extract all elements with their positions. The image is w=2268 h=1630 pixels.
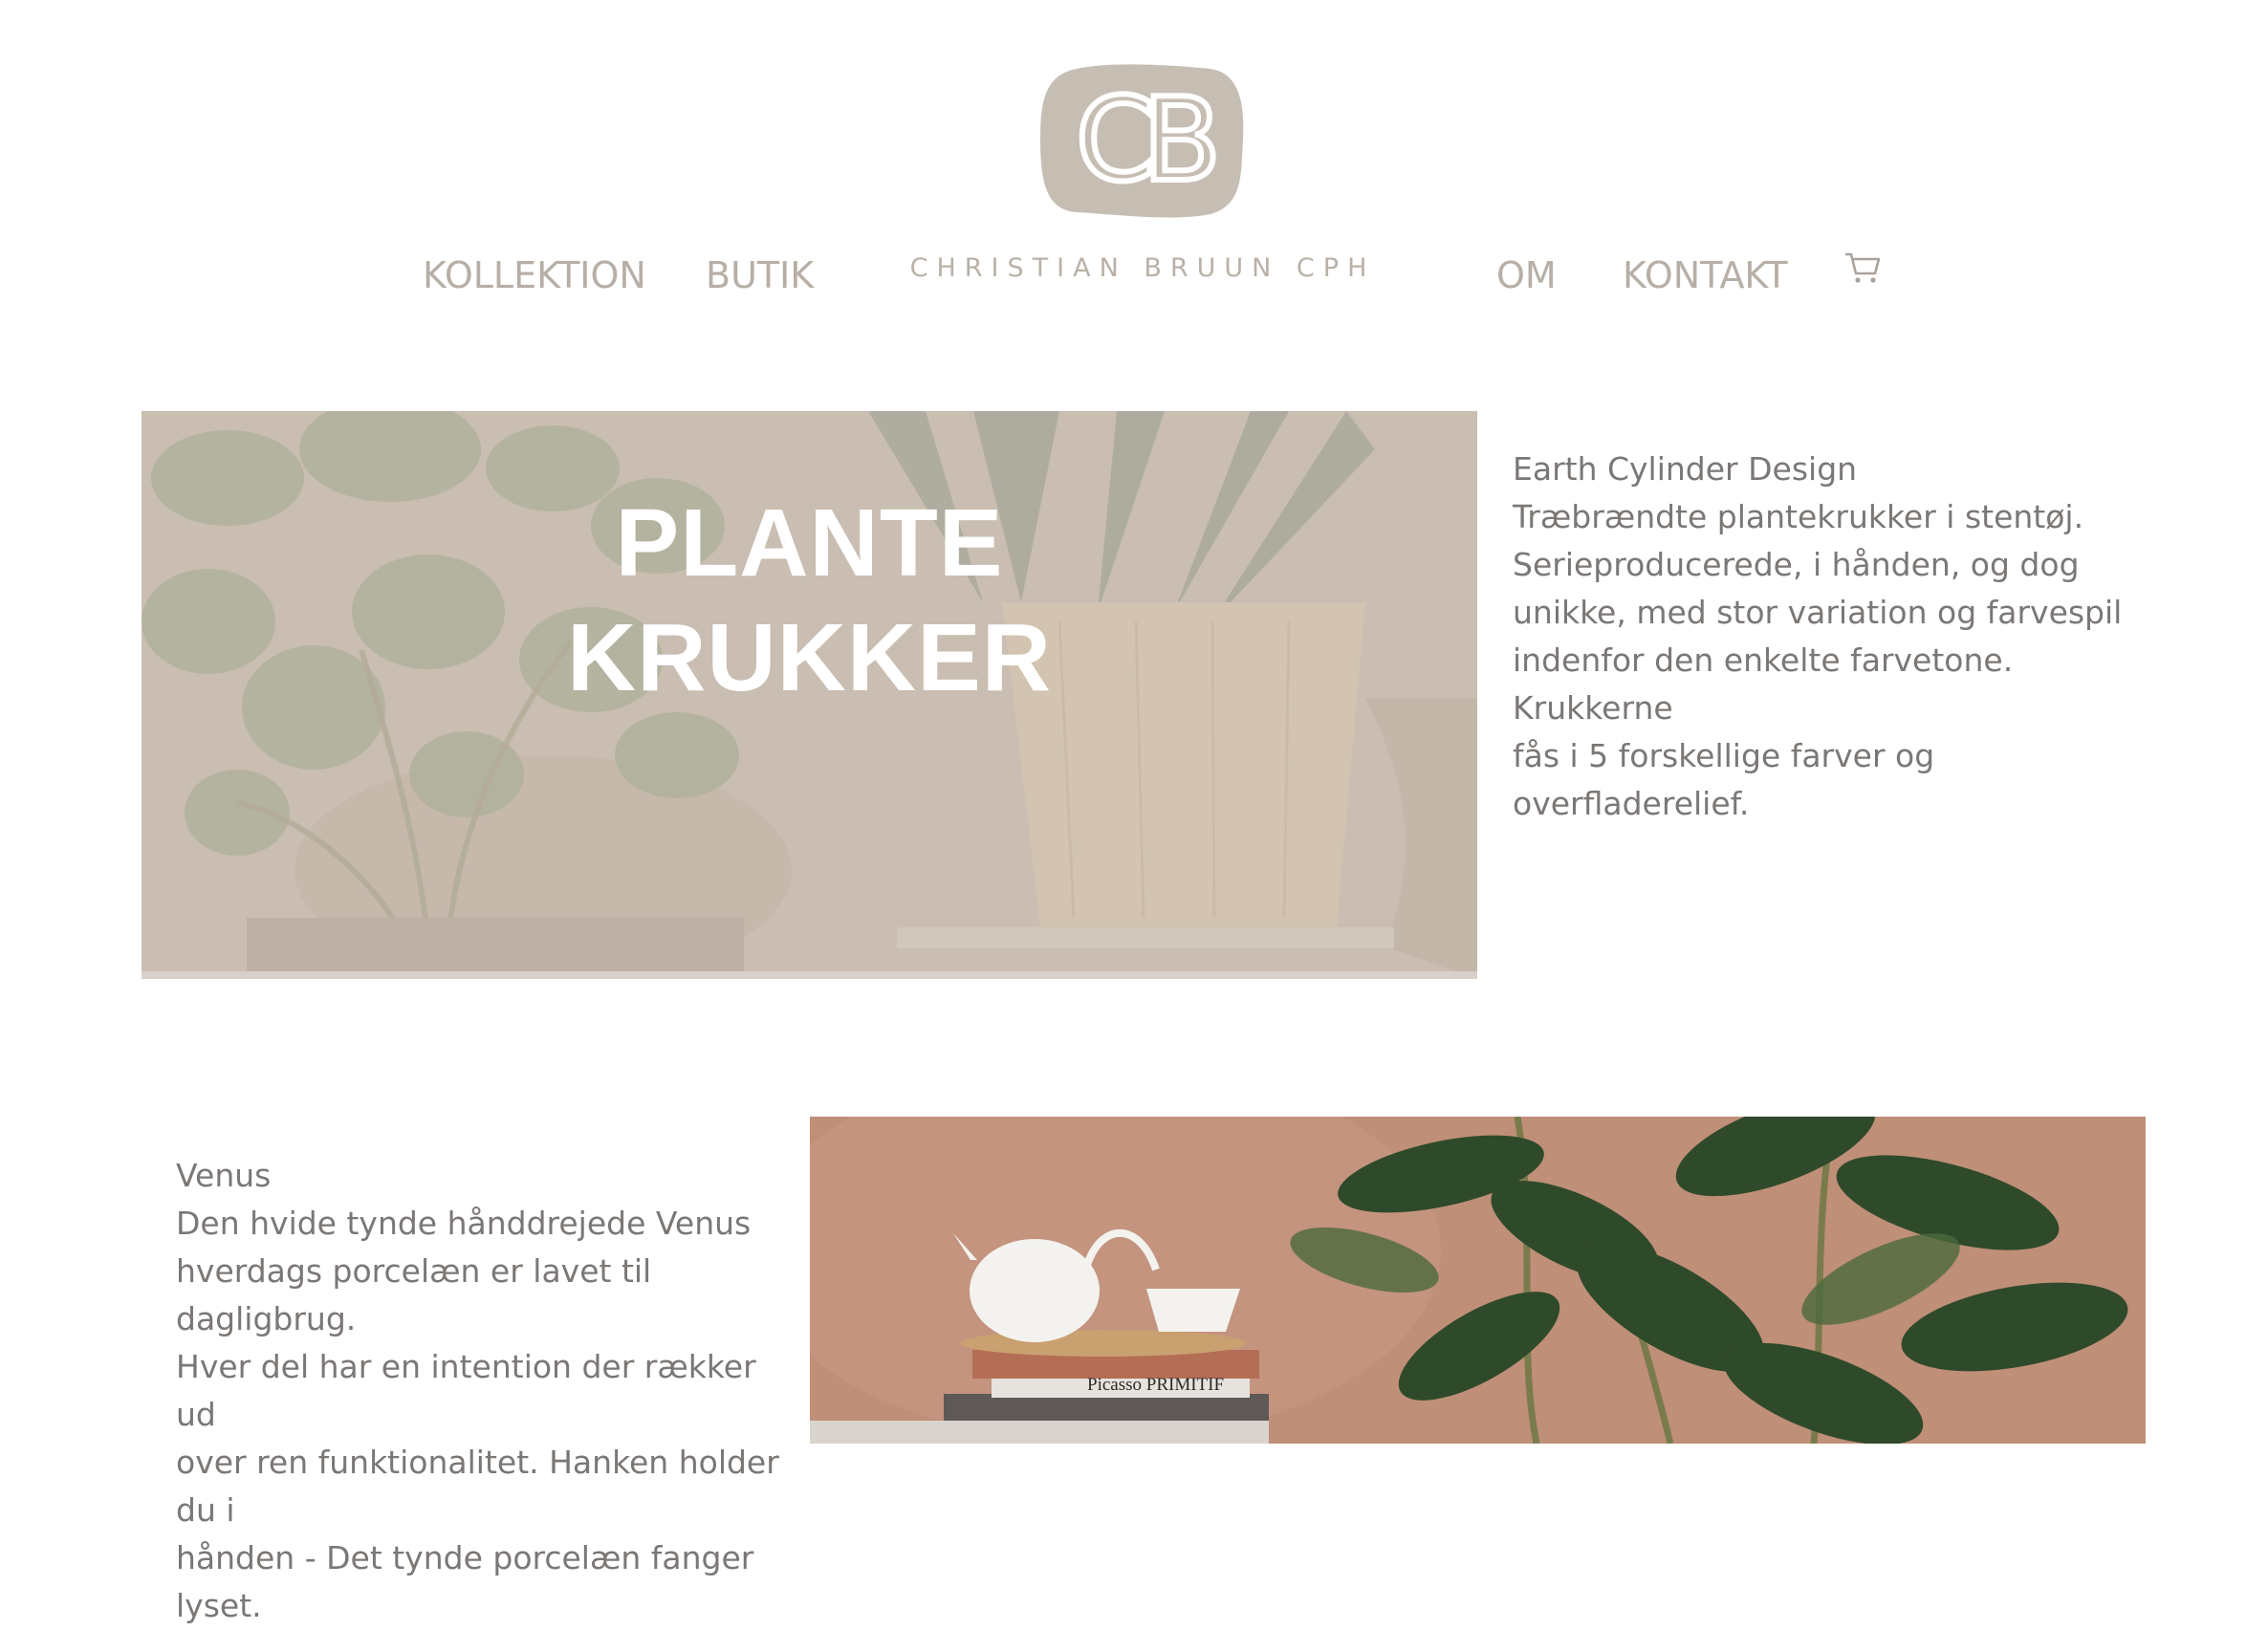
section-line: indenfor den enkelte farvetone. Krukkern… [1513, 641, 2014, 727]
nav-item-butik[interactable]: BUTIK [706, 254, 814, 296]
section-line: unikke, med stor variation og farvespil [1513, 594, 2123, 631]
section-line: hånden - Det tynde porcelæn fanger lyset… [176, 1539, 754, 1624]
section-line: over ren funktionalitet. Hanken holder d… [176, 1444, 779, 1529]
cart-icon[interactable] [1843, 250, 1882, 285]
site-logo[interactable]: CB [1038, 61, 1245, 220]
section-line: Den hvide tynde hånddrejede Venus [176, 1205, 752, 1242]
section-line: Træbrændte plantekrukker i stentøj. [1513, 498, 2084, 535]
section-venus-text: Venus Den hvide tynde hånddrejede Venus … [176, 1152, 797, 1630]
hero-title-line-1: PLANTE [615, 489, 1004, 597]
book-spine-label: Picasso PRIMITIF [1087, 1375, 1225, 1395]
brand-name: CHRISTIAN BRUUN CPH [909, 253, 1376, 283]
section-heading: Earth Cylinder Design [1513, 450, 1858, 488]
hero-bottom-bar [142, 971, 1477, 979]
section-earth-cylinder-text: Earth Cylinder Design Træbrændte plantek… [1513, 446, 2163, 828]
nav-item-kontakt[interactable]: KONTAKT [1623, 254, 1788, 296]
section-line: hverdags porcelæn er lavet til dagligbru… [176, 1252, 652, 1337]
venus-porcelain-image[interactable]: Picasso PRIMITIF [810, 1117, 2146, 1444]
nav-item-kollektion[interactable]: KOLLEKTION [423, 254, 646, 296]
section-heading: Venus [176, 1157, 272, 1194]
section-line: Hver del har en intention der rækker ud [176, 1348, 756, 1433]
venus-scene [810, 1117, 2146, 1444]
section-line: Serieproducerede, i hånden, og dog [1513, 546, 2080, 583]
section-line: fås i 5 forskellige farver og overflader… [1513, 737, 1935, 822]
nav-item-om[interactable]: OM [1496, 254, 1557, 296]
logo-letters: CB [1076, 75, 1213, 207]
hero-title-line-2: KRUKKER [567, 604, 1052, 711]
